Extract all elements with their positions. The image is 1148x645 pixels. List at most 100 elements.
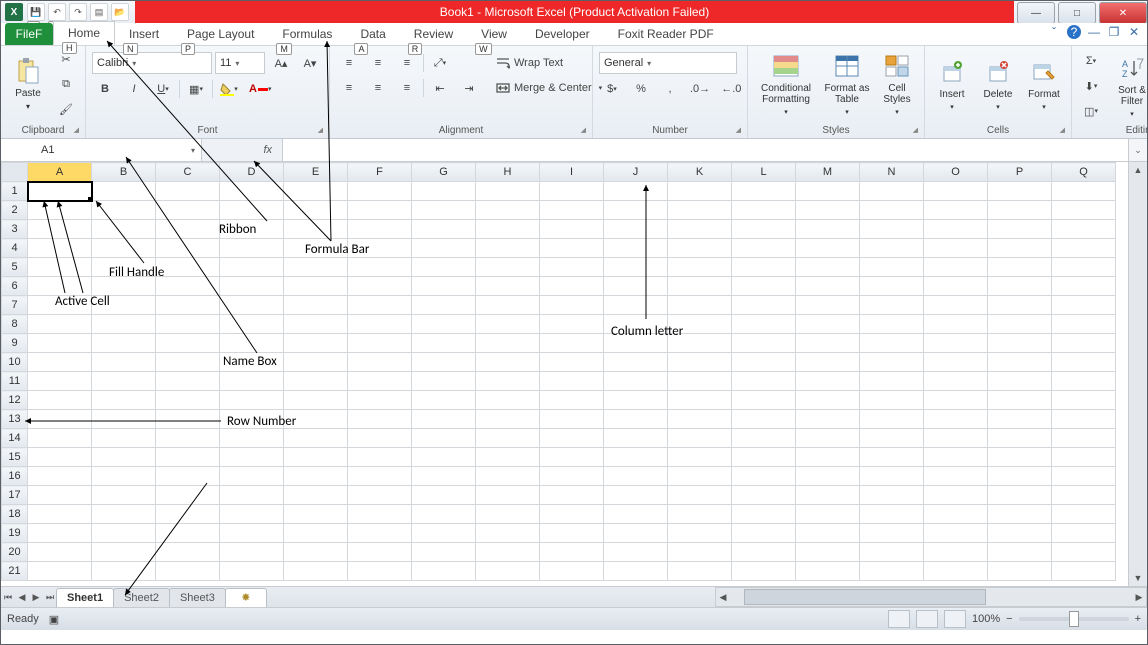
column-header[interactable]: F [348,163,412,182]
cell[interactable] [1052,296,1116,315]
fill-handle[interactable] [88,197,93,202]
cell[interactable] [668,524,732,543]
cell[interactable] [732,505,796,524]
cell[interactable] [540,562,604,581]
row-header[interactable]: 18 [2,505,28,524]
cell[interactable] [988,391,1052,410]
row-header[interactable]: 4 [2,239,28,258]
cell[interactable] [604,201,668,220]
cell[interactable] [220,334,284,353]
cell[interactable] [284,296,348,315]
sheet-nav-last[interactable]: ⏭ [43,588,57,606]
autosum-button[interactable]: Σ▾ [1078,50,1104,72]
cell[interactable] [284,372,348,391]
cell[interactable] [860,524,924,543]
cell[interactable] [220,220,284,239]
cell[interactable] [668,505,732,524]
cell[interactable] [668,562,732,581]
cell[interactable] [604,258,668,277]
cell[interactable] [92,467,156,486]
cell[interactable] [732,201,796,220]
cell[interactable] [604,486,668,505]
cell[interactable] [668,258,732,277]
cell[interactable] [412,429,476,448]
cell[interactable] [732,467,796,486]
cell[interactable] [220,315,284,334]
sheet-nav-prev[interactable]: ◀ [15,588,29,606]
cell[interactable] [92,391,156,410]
cell[interactable] [668,334,732,353]
cell[interactable] [796,258,860,277]
cell[interactable] [156,486,220,505]
cell[interactable] [412,391,476,410]
cell[interactable] [412,467,476,486]
zoom-slider[interactable] [1019,617,1129,621]
cell[interactable] [476,258,540,277]
cell[interactable] [1052,201,1116,220]
cell[interactable] [604,505,668,524]
cell[interactable] [220,448,284,467]
cell[interactable] [156,201,220,220]
cell[interactable] [348,410,412,429]
cell[interactable] [796,182,860,201]
cell[interactable] [476,296,540,315]
cell[interactable] [220,239,284,258]
cell[interactable] [988,448,1052,467]
cell[interactable] [540,258,604,277]
cell[interactable] [28,220,92,239]
cell[interactable] [988,524,1052,543]
cell[interactable] [796,239,860,258]
cell[interactable] [732,353,796,372]
column-header[interactable]: M [796,163,860,182]
help-icon[interactable]: ? [1067,25,1081,39]
cell[interactable] [412,543,476,562]
sort-filter-button[interactable]: AZ Sort & Filter▾ [1110,50,1148,122]
align-bottom-button[interactable]: ≡ [394,52,420,74]
cell[interactable] [348,220,412,239]
cell[interactable] [412,239,476,258]
align-left-button[interactable]: ≡ [336,77,362,99]
tab-formulas[interactable]: FormulasM [268,23,346,45]
cell[interactable] [28,543,92,562]
tab-developer[interactable]: Developer [521,23,604,45]
cell[interactable] [604,182,668,201]
cell[interactable] [1052,353,1116,372]
cell[interactable] [156,182,220,201]
cell[interactable] [988,410,1052,429]
cell[interactable] [1052,239,1116,258]
cell[interactable] [476,315,540,334]
cell[interactable] [604,220,668,239]
cell-styles-button[interactable]: Cell Styles▾ [876,48,918,120]
cell[interactable] [540,410,604,429]
minimize-button[interactable]: — [1017,2,1055,24]
cell[interactable] [604,353,668,372]
cell[interactable] [732,410,796,429]
cell[interactable] [284,562,348,581]
cell[interactable] [732,277,796,296]
cell[interactable] [412,277,476,296]
cell[interactable] [412,372,476,391]
cell[interactable] [412,334,476,353]
cell[interactable] [796,505,860,524]
cell[interactable] [988,239,1052,258]
cell[interactable] [348,486,412,505]
cell[interactable] [28,258,92,277]
cell[interactable] [668,410,732,429]
cell[interactable] [348,277,412,296]
cell[interactable] [220,277,284,296]
cell[interactable] [988,429,1052,448]
cell[interactable] [604,372,668,391]
cell[interactable] [860,372,924,391]
cell[interactable] [988,353,1052,372]
cell[interactable] [540,524,604,543]
cell[interactable] [476,429,540,448]
fill-color-button[interactable]: ▾ [216,78,242,100]
cell[interactable] [732,334,796,353]
cell[interactable] [412,353,476,372]
cell[interactable] [348,505,412,524]
cell[interactable] [1052,372,1116,391]
insert-cells-button[interactable]: Insert▾ [931,48,973,120]
cell[interactable] [92,429,156,448]
cell[interactable] [92,353,156,372]
cell[interactable] [924,315,988,334]
